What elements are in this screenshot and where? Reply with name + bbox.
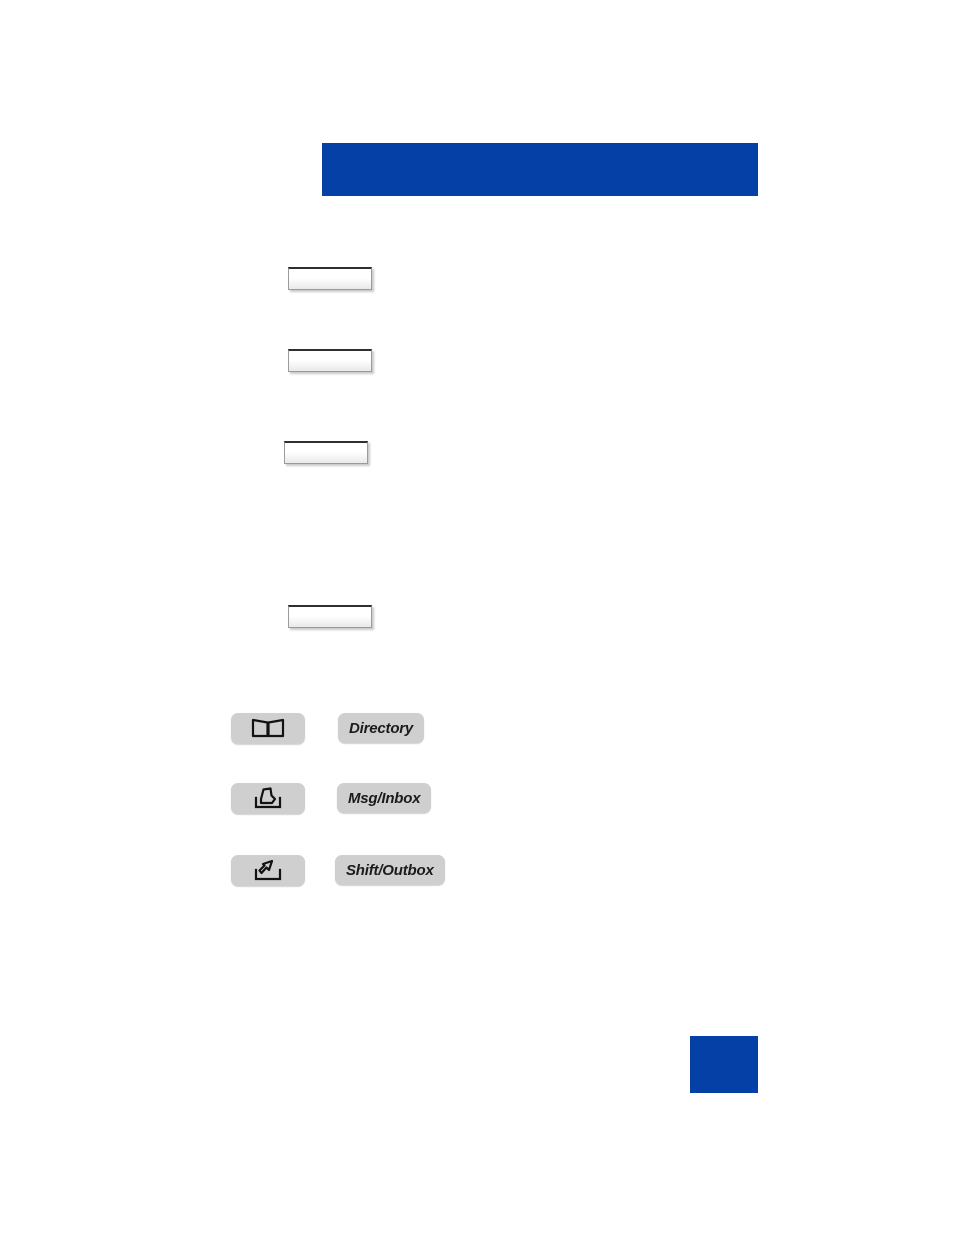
section-header-banner [322,143,758,196]
shift-outbox-key-label: Shift/Outbox [346,861,434,879]
document-page: Directory Msg/Inbox Shift/Outbox [0,0,954,1235]
softkey-blank-1[interactable] [288,267,372,290]
shift-outbox-key-label-pill: Shift/Outbox [335,855,445,885]
feature-key-row-shift-outbox: Shift/Outbox [231,853,445,887]
msg-inbox-key-button[interactable] [231,782,305,814]
outbox-tray-arrow-icon [252,858,284,882]
page-number-box [690,1036,758,1093]
softkey-blank-2[interactable] [288,349,372,372]
msg-inbox-key-label-pill: Msg/Inbox [337,783,432,813]
directory-key-label: Directory [349,719,414,737]
feature-key-row-msg-inbox: Msg/Inbox [231,781,432,815]
msg-inbox-key-label: Msg/Inbox [348,789,421,807]
inbox-tray-arrow-icon [252,786,284,810]
open-book-icon [251,717,285,739]
softkey-blank-4[interactable] [288,605,372,628]
shift-outbox-key-button[interactable] [231,854,305,886]
directory-key-button[interactable] [231,712,305,744]
softkey-blank-3[interactable] [284,441,368,464]
directory-key-label-pill: Directory [338,713,425,743]
feature-key-row-directory: Directory [231,711,425,745]
